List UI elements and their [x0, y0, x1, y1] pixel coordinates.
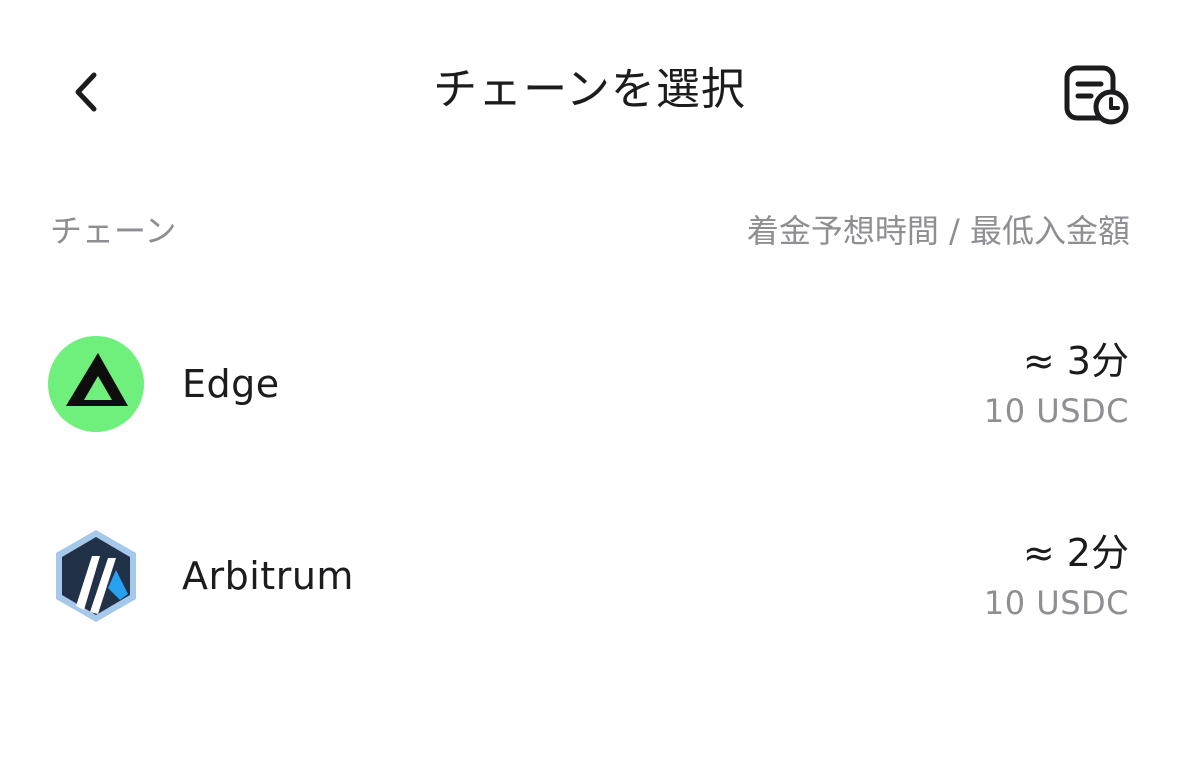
chain-min-deposit: 10 USDC: [983, 392, 1129, 430]
history-button[interactable]: [1058, 60, 1134, 130]
chain-item-arbitrum[interactable]: Arbitrum ≈ 2分 10 USDC: [0, 480, 1179, 672]
chain-time: ≈ 2分: [1022, 531, 1129, 575]
column-label-chain: チェーン: [50, 212, 177, 250]
chain-name: Arbitrum: [182, 554, 354, 598]
chain-item-edge[interactable]: Edge ≈ 3分 10 USDC: [0, 288, 1179, 480]
chain-time: ≈ 3分: [1022, 339, 1129, 383]
arbitrum-logo-icon: [56, 530, 136, 622]
page-title: チェーンを選択: [433, 64, 746, 115]
column-label-time-min: 着金予想時間 / 最低入金額: [746, 212, 1130, 250]
chain-list: Edge ≈ 3分 10 USDC Arbitrum ≈ 2分 10 USDC: [0, 288, 1179, 672]
chain-name: Edge: [182, 362, 280, 406]
header: チェーンを選択: [0, 0, 1179, 180]
edge-logo-icon: [48, 336, 144, 432]
document-clock-icon: [1064, 65, 1129, 125]
chain-min-deposit: 10 USDC: [983, 584, 1129, 622]
column-header: チェーン 着金予想時間 / 最低入金額: [50, 206, 1130, 256]
